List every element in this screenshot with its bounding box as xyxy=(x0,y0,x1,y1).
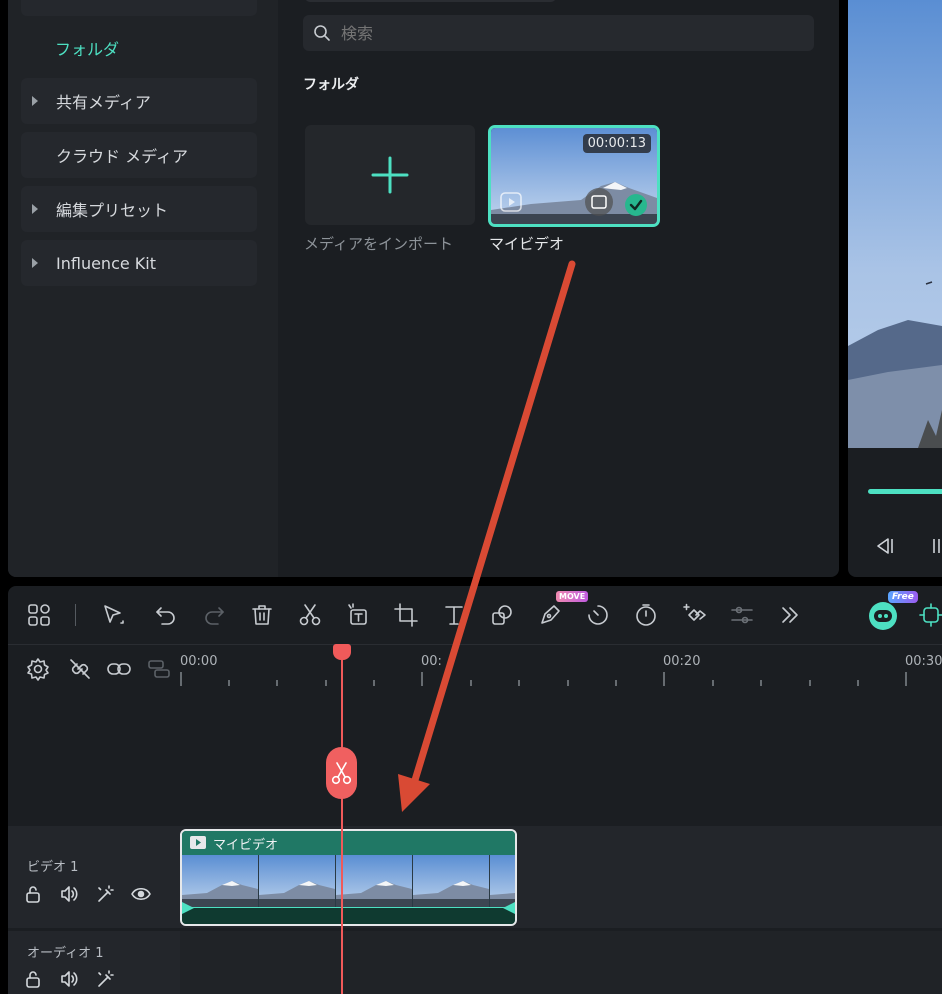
ruler-tick-label: 00:10 xyxy=(421,654,443,669)
ruler-tick-label: 00:00 xyxy=(180,654,218,669)
ruler-tick-label: 00:20 xyxy=(663,654,701,669)
video-clip-icon xyxy=(190,836,206,849)
audio-track-lane[interactable] xyxy=(180,931,942,994)
playhead-split-button[interactable] xyxy=(326,747,357,799)
timeline-clip-name: マイビデオ xyxy=(213,838,279,853)
volume-icon[interactable] xyxy=(59,884,79,904)
layout-grid-icon[interactable] xyxy=(24,600,54,630)
import-media-label: メディアをインポート xyxy=(304,235,453,253)
scissors-icon[interactable] xyxy=(295,600,325,630)
plus-icon xyxy=(371,156,409,194)
redo-icon[interactable] xyxy=(199,600,229,630)
section-title: フォルダ xyxy=(303,77,359,93)
sidebar-item-influence-kit[interactable]: Influence Kit xyxy=(21,240,257,286)
more-tools-icon[interactable] xyxy=(775,600,805,630)
timeline-ruler[interactable] xyxy=(178,670,942,690)
preview-video-frame xyxy=(848,0,942,448)
crop-icon[interactable] xyxy=(391,600,421,630)
settings-gear-icon[interactable] xyxy=(23,654,53,684)
search-input[interactable] xyxy=(341,21,801,45)
expand-arrow-icon xyxy=(32,258,38,268)
previous-frame-icon[interactable] xyxy=(872,536,894,556)
speed-icon[interactable] xyxy=(583,600,613,630)
audio-track-label: オーディオ 1 xyxy=(27,946,104,961)
delete-icon[interactable] xyxy=(247,600,277,630)
ai-robot-icon[interactable] xyxy=(869,602,897,630)
filter-tab[interactable] xyxy=(305,0,420,2)
playhead-line[interactable] xyxy=(341,646,343,994)
filter-tab[interactable] xyxy=(410,0,556,2)
keyframe-add-icon[interactable] xyxy=(679,600,709,630)
media-clip-thumbnail[interactable]: 00:00:13 xyxy=(488,125,660,227)
shape-icon[interactable] xyxy=(487,600,517,630)
clip-trim-line xyxy=(192,907,505,908)
sidebar-item-cloud-media[interactable]: クラウド メディア xyxy=(21,132,257,178)
sidebar-item-label: Influence Kit xyxy=(56,253,156,273)
pen-tool-icon[interactable] xyxy=(535,600,565,630)
search-bar[interactable] xyxy=(303,15,814,51)
auto-text-icon[interactable] xyxy=(343,600,373,630)
sidebar-item-shared-media[interactable]: 共有メディア xyxy=(21,78,257,124)
scissors-icon xyxy=(331,762,352,785)
playhead-handle[interactable] xyxy=(333,644,351,660)
sidebar-item-label: 共有メディア xyxy=(56,93,151,112)
media-panel: フォルダ 共有メディア クラウド メディア 編集プリセット Influence … xyxy=(8,0,839,577)
sidebar-item-edit-presets[interactable]: 編集プリセット xyxy=(21,186,257,232)
expand-arrow-icon xyxy=(32,96,38,106)
magic-wand-icon[interactable] xyxy=(95,969,115,989)
volume-icon[interactable] xyxy=(59,969,79,989)
preview-progress-bar[interactable] xyxy=(868,489,942,494)
lock-icon[interactable] xyxy=(24,969,44,989)
ai-feature-icon[interactable] xyxy=(916,600,942,630)
toolbar-divider-line xyxy=(8,644,942,645)
expand-arrow-icon xyxy=(32,204,38,214)
ruler-tick-label: 00:30 xyxy=(905,654,942,669)
toolbar-divider xyxy=(75,604,76,626)
preview-panel xyxy=(848,0,942,577)
text-tool-icon[interactable] xyxy=(439,600,469,630)
track-manage-icon[interactable] xyxy=(144,654,174,684)
timeline-panel: MOVE Free 00:00 00:10 00:20 00:30 xyxy=(8,586,942,994)
import-media-tile[interactable] xyxy=(305,125,475,225)
eye-icon[interactable] xyxy=(131,884,151,904)
clip-filmstrip xyxy=(182,855,515,907)
clip-name: マイビデオ xyxy=(489,235,565,253)
adjust-icon[interactable] xyxy=(727,600,757,630)
audio-video-icon xyxy=(585,188,613,216)
sidebar-item-label: クラウド メディア xyxy=(56,147,188,166)
sidebar-item-top[interactable] xyxy=(21,0,257,16)
play-icon[interactable] xyxy=(932,536,942,556)
checkmark-icon xyxy=(625,194,647,216)
timer-icon[interactable] xyxy=(631,600,661,630)
media-sidebar: フォルダ 共有メディア クラウド メディア 編集プリセット Influence … xyxy=(8,0,278,577)
magic-wand-icon[interactable] xyxy=(95,884,115,904)
sidebar-item-folder[interactable]: フォルダ xyxy=(55,36,119,60)
free-badge: Free xyxy=(888,591,918,603)
video-type-icon xyxy=(500,192,522,212)
timeline-video-clip[interactable]: マイビデオ xyxy=(180,829,517,926)
undo-icon[interactable] xyxy=(151,600,181,630)
sidebar-item-label: 編集プリセット xyxy=(56,201,169,220)
link-icon[interactable] xyxy=(104,654,134,684)
clip-duration-badge: 00:00:13 xyxy=(582,134,651,153)
search-icon xyxy=(314,25,330,41)
unlink-icon[interactable] xyxy=(65,654,95,684)
lock-icon[interactable] xyxy=(24,884,44,904)
video-track-label: ビデオ 1 xyxy=(27,860,79,875)
select-tool-icon[interactable] xyxy=(98,600,128,630)
clip-footer xyxy=(182,907,515,924)
